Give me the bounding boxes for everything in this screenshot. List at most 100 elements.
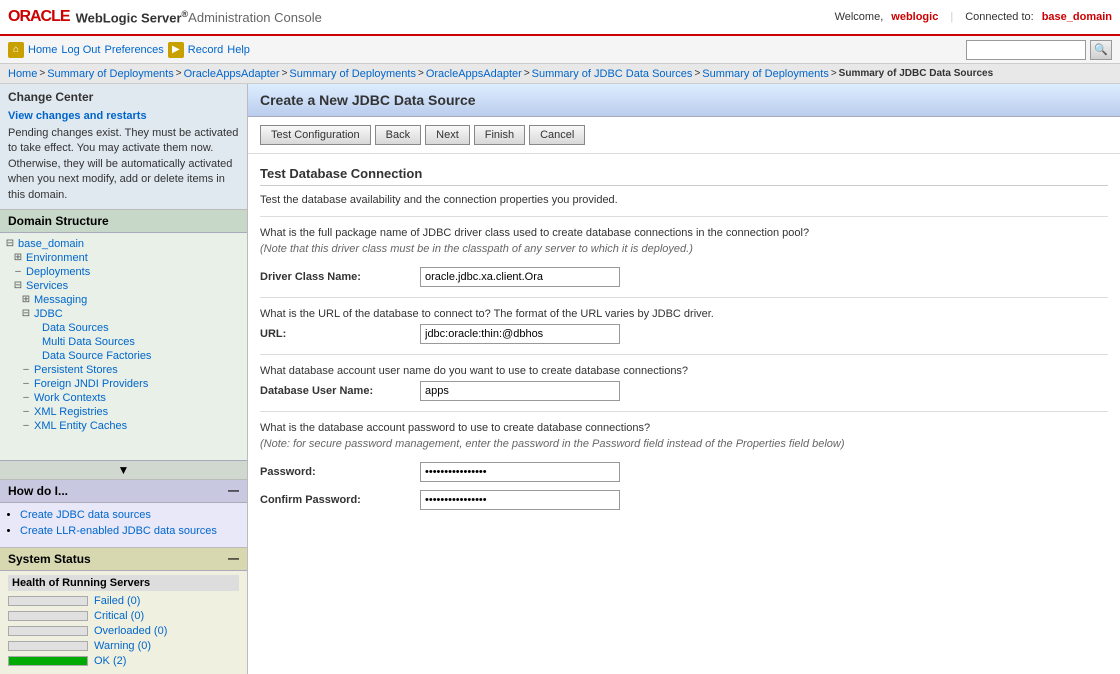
view-changes-link[interactable]: View changes and restarts <box>8 110 147 122</box>
test-config-button[interactable]: Test Configuration <box>260 125 371 145</box>
password-row: Password: <box>260 462 1108 482</box>
content-area: Create a New JDBC Data Source Test Confi… <box>248 84 1120 674</box>
cancel-button[interactable]: Cancel <box>529 125 585 145</box>
leaf-icon-4: – <box>20 364 32 376</box>
username-question: What database account user name do you w… <box>260 365 1108 377</box>
console-title: Administration Console <box>188 10 322 25</box>
status-ok: OK (2) <box>8 655 239 667</box>
welcome-user: weblogic <box>891 11 938 23</box>
tree-messaging[interactable]: ⊞ Messaging <box>4 293 243 307</box>
tree-xml-entity-caches[interactable]: – XML Entity Caches <box>4 419 243 433</box>
password-label: Password: <box>260 466 420 478</box>
record-icon: ▶ <box>168 42 184 58</box>
domain-structure-title: Domain Structure <box>8 214 109 228</box>
status-failed: Failed (0) <box>8 595 239 607</box>
tree-xml-registries[interactable]: – XML Registries <box>4 405 243 419</box>
overloaded-bar <box>8 626 88 636</box>
back-button[interactable]: Back <box>375 125 421 145</box>
record-link[interactable]: Record <box>188 44 223 56</box>
tree-jdbc-link[interactable]: JDBC <box>34 308 63 320</box>
leaf-icon-7: – <box>20 406 32 418</box>
oracle-text: ORACLE <box>8 8 70 26</box>
status-warning: Warning (0) <box>8 640 239 652</box>
tree-root[interactable]: ⊟ base_domain <box>4 237 243 251</box>
tree-services-link[interactable]: Services <box>26 280 68 292</box>
home-link[interactable]: Home <box>28 44 57 56</box>
next-button[interactable]: Next <box>425 125 470 145</box>
tree-data-sources-link[interactable]: Data Sources <box>42 322 109 334</box>
sidebar: Change Center View changes and restarts … <box>0 84 248 674</box>
how-do-i-title: How do I... <box>8 484 68 498</box>
tree-work-contexts-link[interactable]: Work Contexts <box>34 392 106 404</box>
root-icon: ⊟ <box>4 238 16 250</box>
username-label: Database User Name: <box>260 385 420 397</box>
breadcrumb-jdbc-sources[interactable]: Summary of JDBC Data Sources <box>532 68 693 80</box>
breadcrumb-home[interactable]: Home <box>8 68 37 80</box>
welcome-label: Welcome, <box>835 11 884 23</box>
tree-jdbc[interactable]: ⊟ JDBC <box>4 307 243 321</box>
breadcrumb-oracle-apps-2[interactable]: OracleAppsAdapter <box>426 68 522 80</box>
tree-work-contexts[interactable]: – Work Contexts <box>4 391 243 405</box>
confirm-password-label: Confirm Password: <box>260 494 420 506</box>
domain-structure-header: Domain Structure <box>0 210 247 233</box>
logout-link[interactable]: Log Out <box>61 44 100 56</box>
breadcrumb-summary-dep-1[interactable]: Summary of Deployments <box>47 68 174 80</box>
tree-environment-link[interactable]: Environment <box>26 252 88 264</box>
dash-icon: – <box>12 266 24 278</box>
tree-foreign-jndi-link[interactable]: Foreign JNDI Providers <box>34 378 148 390</box>
finish-button[interactable]: Finish <box>474 125 525 145</box>
warning-label[interactable]: Warning (0) <box>94 640 151 652</box>
tree-environment[interactable]: ⊞ Environment <box>4 251 243 265</box>
driver-question: What is the full package name of JDBC dr… <box>260 227 1108 239</box>
tree-multi-data-sources[interactable]: Multi Data Sources <box>4 335 243 349</box>
driver-class-label: Driver Class Name: <box>260 271 420 283</box>
breadcrumb-current: Summary of JDBC Data Sources <box>839 68 994 79</box>
breadcrumb-summary-dep-2[interactable]: Summary of Deployments <box>289 68 416 80</box>
username-input[interactable] <box>420 381 620 401</box>
tree-deployments[interactable]: – Deployments <box>4 265 243 279</box>
how-do-i-collapse[interactable]: — <box>228 485 239 497</box>
url-input[interactable] <box>420 324 620 344</box>
domain-tree: ⊟ base_domain ⊞ Environment – Deployment… <box>0 233 247 460</box>
help-link[interactable]: Help <box>227 44 250 56</box>
expand-icon: ⊞ <box>12 252 24 264</box>
scroll-down-arrow[interactable]: ▼ <box>0 460 247 479</box>
url-label: URL: <box>260 328 420 340</box>
status-overloaded: Overloaded (0) <box>8 625 239 637</box>
tree-persistent-stores-link[interactable]: Persistent Stores <box>34 364 118 376</box>
tree-multi-data-sources-link[interactable]: Multi Data Sources <box>42 336 135 348</box>
failed-label[interactable]: Failed (0) <box>94 595 140 607</box>
critical-label[interactable]: Critical (0) <box>94 610 144 622</box>
tree-xml-registries-link[interactable]: XML Registries <box>34 406 108 418</box>
tree-foreign-jndi[interactable]: – Foreign JNDI Providers <box>4 377 243 391</box>
tree-services[interactable]: ⊟ Services <box>4 279 243 293</box>
system-status-title: System Status <box>8 552 91 566</box>
tree-root-link[interactable]: base_domain <box>18 238 84 250</box>
tree-data-sources[interactable]: Data Sources <box>4 321 243 335</box>
tree-deployments-link[interactable]: Deployments <box>26 266 90 278</box>
confirm-password-input[interactable] <box>420 490 620 510</box>
form-section: Test Database Connection Test the databa… <box>248 154 1120 530</box>
tree-persistent-stores[interactable]: – Persistent Stores <box>4 363 243 377</box>
preferences-link[interactable]: Preferences <box>104 44 163 56</box>
section-heading: Test Database Connection <box>260 166 1108 186</box>
tree-messaging-link[interactable]: Messaging <box>34 294 87 306</box>
system-status-collapse[interactable]: — <box>228 553 239 565</box>
collapse-icon-2: ⊟ <box>20 308 32 320</box>
breadcrumb-summary-dep-3[interactable]: Summary of Deployments <box>702 68 829 80</box>
how-do-i-link-2[interactable]: Create LLR-enabled JDBC data sources <box>20 525 217 537</box>
tree-xml-entity-caches-link[interactable]: XML Entity Caches <box>34 420 127 432</box>
search-input[interactable] <box>966 40 1086 60</box>
tree-data-source-factories[interactable]: Data Source Factories <box>4 349 243 363</box>
how-do-i-link-1[interactable]: Create JDBC data sources <box>20 509 151 521</box>
breadcrumb-oracle-apps-1[interactable]: OracleAppsAdapter <box>184 68 280 80</box>
search-button[interactable]: 🔍 <box>1090 40 1112 60</box>
ok-label[interactable]: OK (2) <box>94 655 126 667</box>
overloaded-label[interactable]: Overloaded (0) <box>94 625 167 637</box>
driver-class-input[interactable] <box>420 267 620 287</box>
failed-bar <box>8 596 88 606</box>
tree-data-source-factories-link[interactable]: Data Source Factories <box>42 350 151 362</box>
change-center: Change Center View changes and restarts … <box>0 84 247 210</box>
password-input[interactable] <box>420 462 620 482</box>
header: ORACLE WebLogic Server® Administration C… <box>0 0 1120 36</box>
